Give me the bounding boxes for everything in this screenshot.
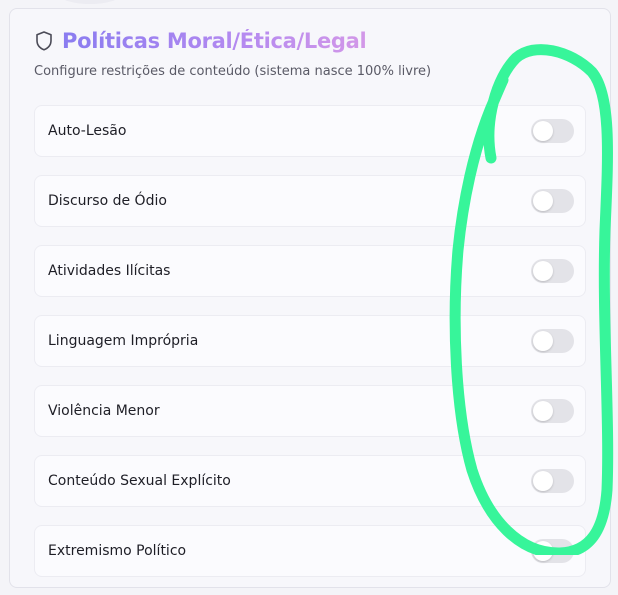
- policy-label: Linguagem Imprópria: [48, 333, 199, 349]
- shield-icon: [34, 30, 54, 52]
- policy-label: Violência Menor: [48, 403, 160, 419]
- card-header: Políticas Moral/Ética/Legal: [34, 29, 367, 53]
- panel-subtitle: Configure restrições de conteúdo (sistem…: [34, 64, 432, 79]
- policies-card: Políticas Moral/Ética/Legal Configure re…: [9, 8, 611, 588]
- policy-row: Linguagem Imprópria: [34, 315, 586, 367]
- policy-list: Auto-Lesão Discurso de Ódio Atividades I…: [34, 105, 586, 595]
- toggle-knob: [533, 541, 553, 561]
- toggle-knob: [533, 191, 553, 211]
- top-edge-shadow: [60, 0, 120, 4]
- toggle-knob: [533, 331, 553, 351]
- toggle-knob: [533, 401, 553, 421]
- policy-label: Atividades Ilícitas: [48, 263, 171, 279]
- policy-row: Auto-Lesão: [34, 105, 586, 157]
- policy-toggle[interactable]: [531, 119, 574, 143]
- toggle-knob: [533, 121, 553, 141]
- policy-label: Discurso de Ódio: [48, 193, 167, 209]
- policy-row: Violência Menor: [34, 385, 586, 437]
- policy-row: Conteúdo Sexual Explícito: [34, 455, 586, 507]
- policy-toggle[interactable]: [531, 399, 574, 423]
- policy-toggle[interactable]: [531, 539, 574, 563]
- panel-title: Políticas Moral/Ética/Legal: [62, 29, 367, 53]
- policy-label: Conteúdo Sexual Explícito: [48, 473, 231, 489]
- policy-label: Extremismo Político: [48, 543, 187, 559]
- policy-label: Auto-Lesão: [48, 123, 127, 139]
- policy-toggle[interactable]: [531, 189, 574, 213]
- policy-toggle[interactable]: [531, 259, 574, 283]
- policy-toggle[interactable]: [531, 469, 574, 493]
- toggle-knob: [533, 471, 553, 491]
- policy-row: Discurso de Ódio: [34, 175, 586, 227]
- policy-row: Extremismo Político: [34, 525, 586, 577]
- policy-row: Atividades Ilícitas: [34, 245, 586, 297]
- toggle-knob: [533, 261, 553, 281]
- policy-toggle[interactable]: [531, 329, 574, 353]
